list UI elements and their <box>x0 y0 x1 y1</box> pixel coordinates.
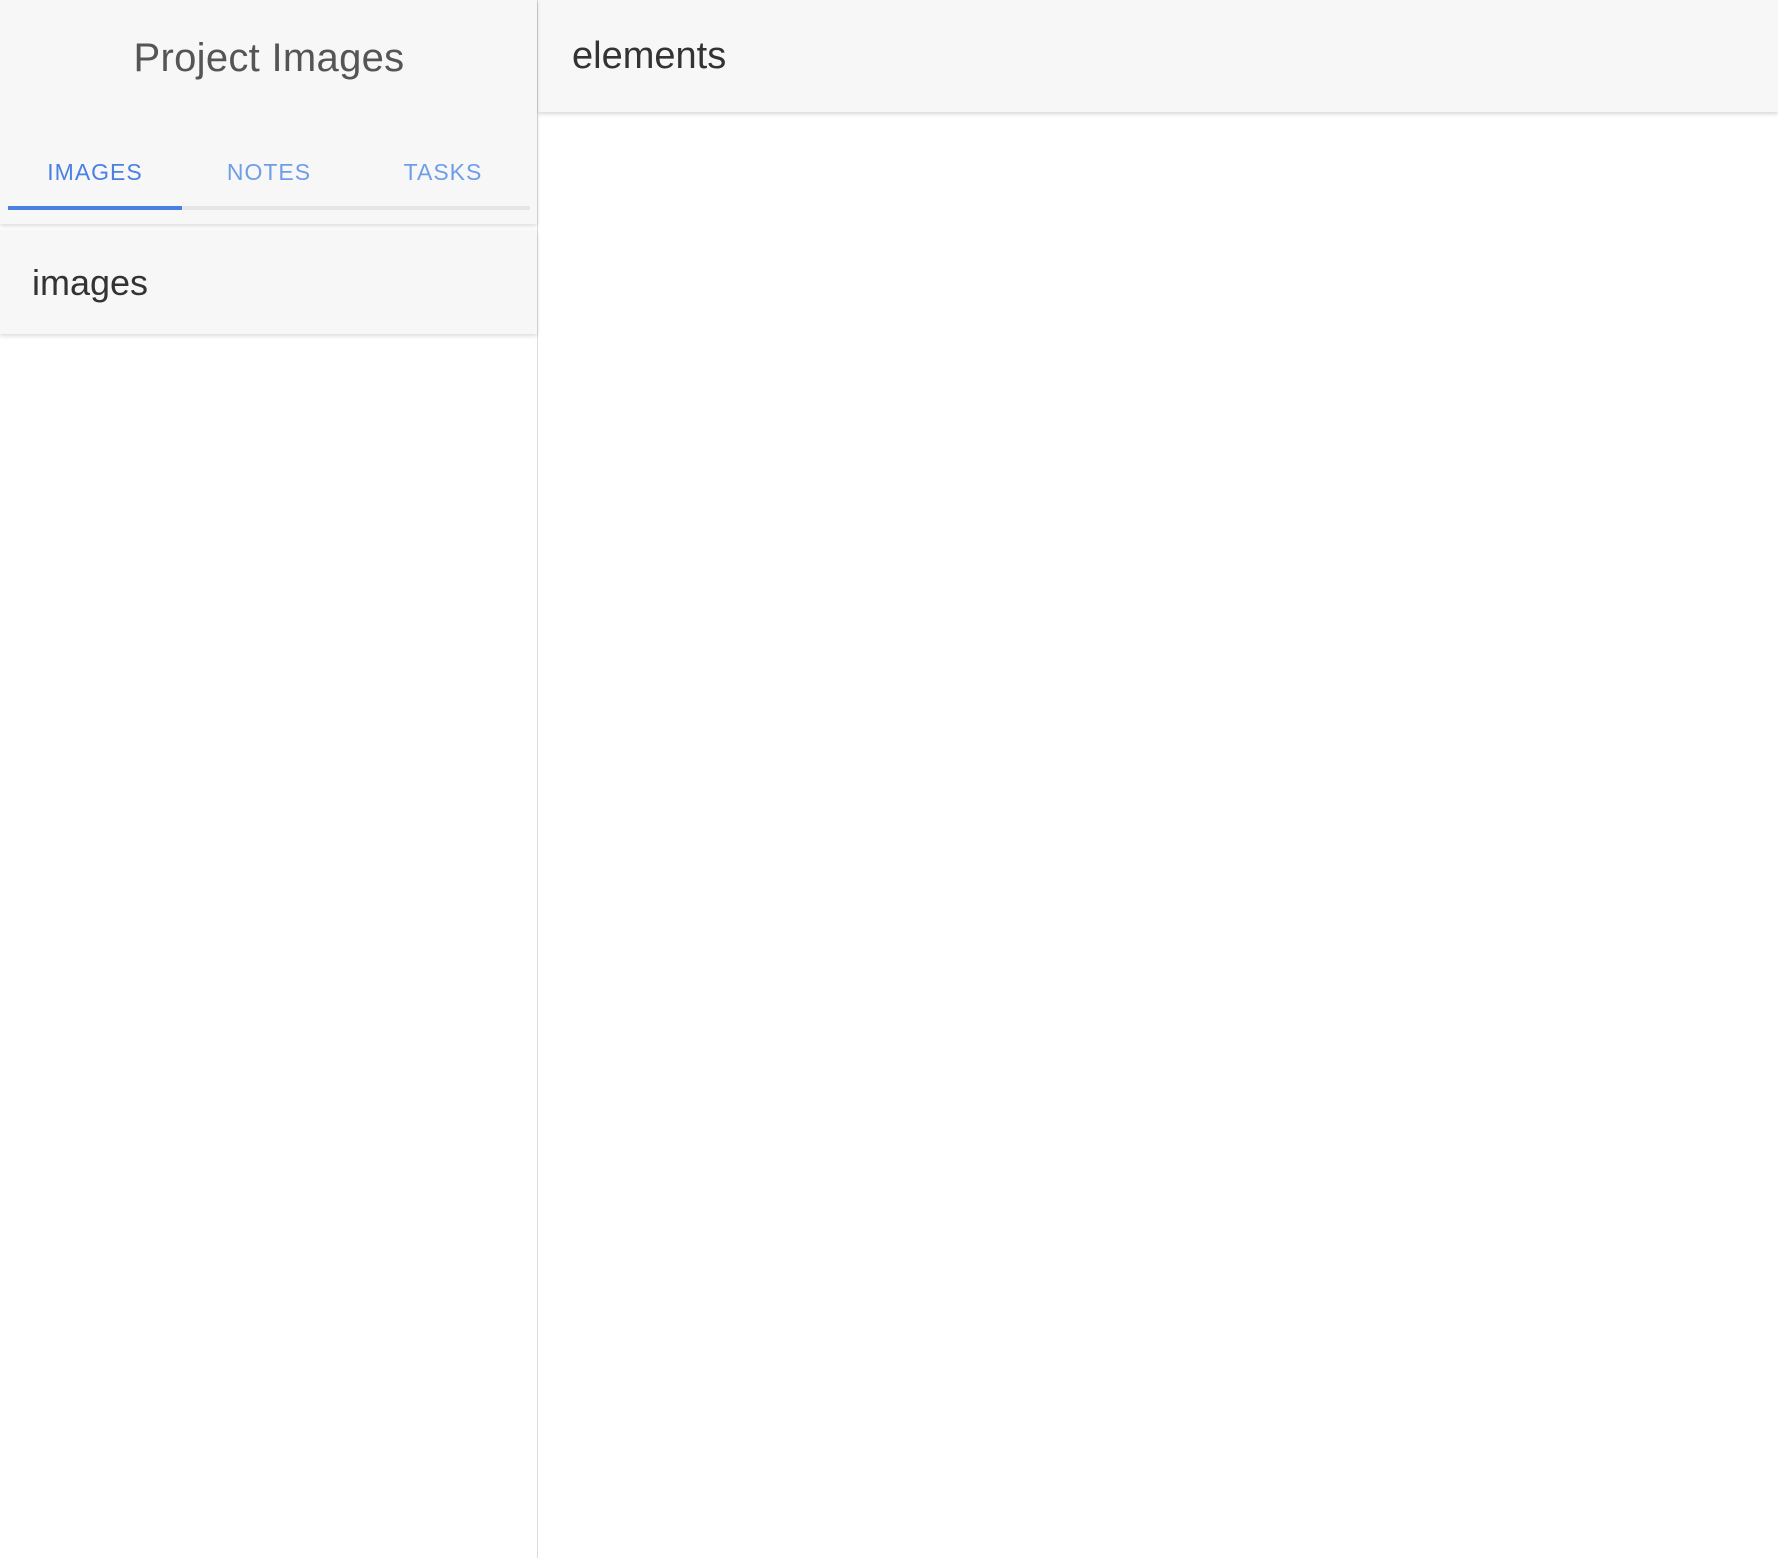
elements-content <box>538 112 1778 1558</box>
sidebar: Project Images IMAGES NOTES TASKS images <box>0 0 538 1558</box>
images-list <box>0 334 537 1558</box>
app-window: Project Images IMAGES NOTES TASKS images… <box>0 0 1778 1558</box>
tab-notes[interactable]: NOTES <box>182 140 356 206</box>
main-header: elements <box>538 0 1778 112</box>
sidebar-header: Project Images IMAGES NOTES TASKS <box>0 0 537 224</box>
tab-images[interactable]: IMAGES <box>8 140 182 210</box>
main-panel: elements <box>538 0 1778 1558</box>
tab-tasks[interactable]: TASKS <box>356 140 530 206</box>
app-title: Project Images <box>133 36 405 80</box>
main-title: elements <box>572 34 727 77</box>
images-section-header: images <box>0 230 537 334</box>
images-section-title: images <box>32 262 149 303</box>
tab-bar: IMAGES NOTES TASKS <box>8 140 530 210</box>
